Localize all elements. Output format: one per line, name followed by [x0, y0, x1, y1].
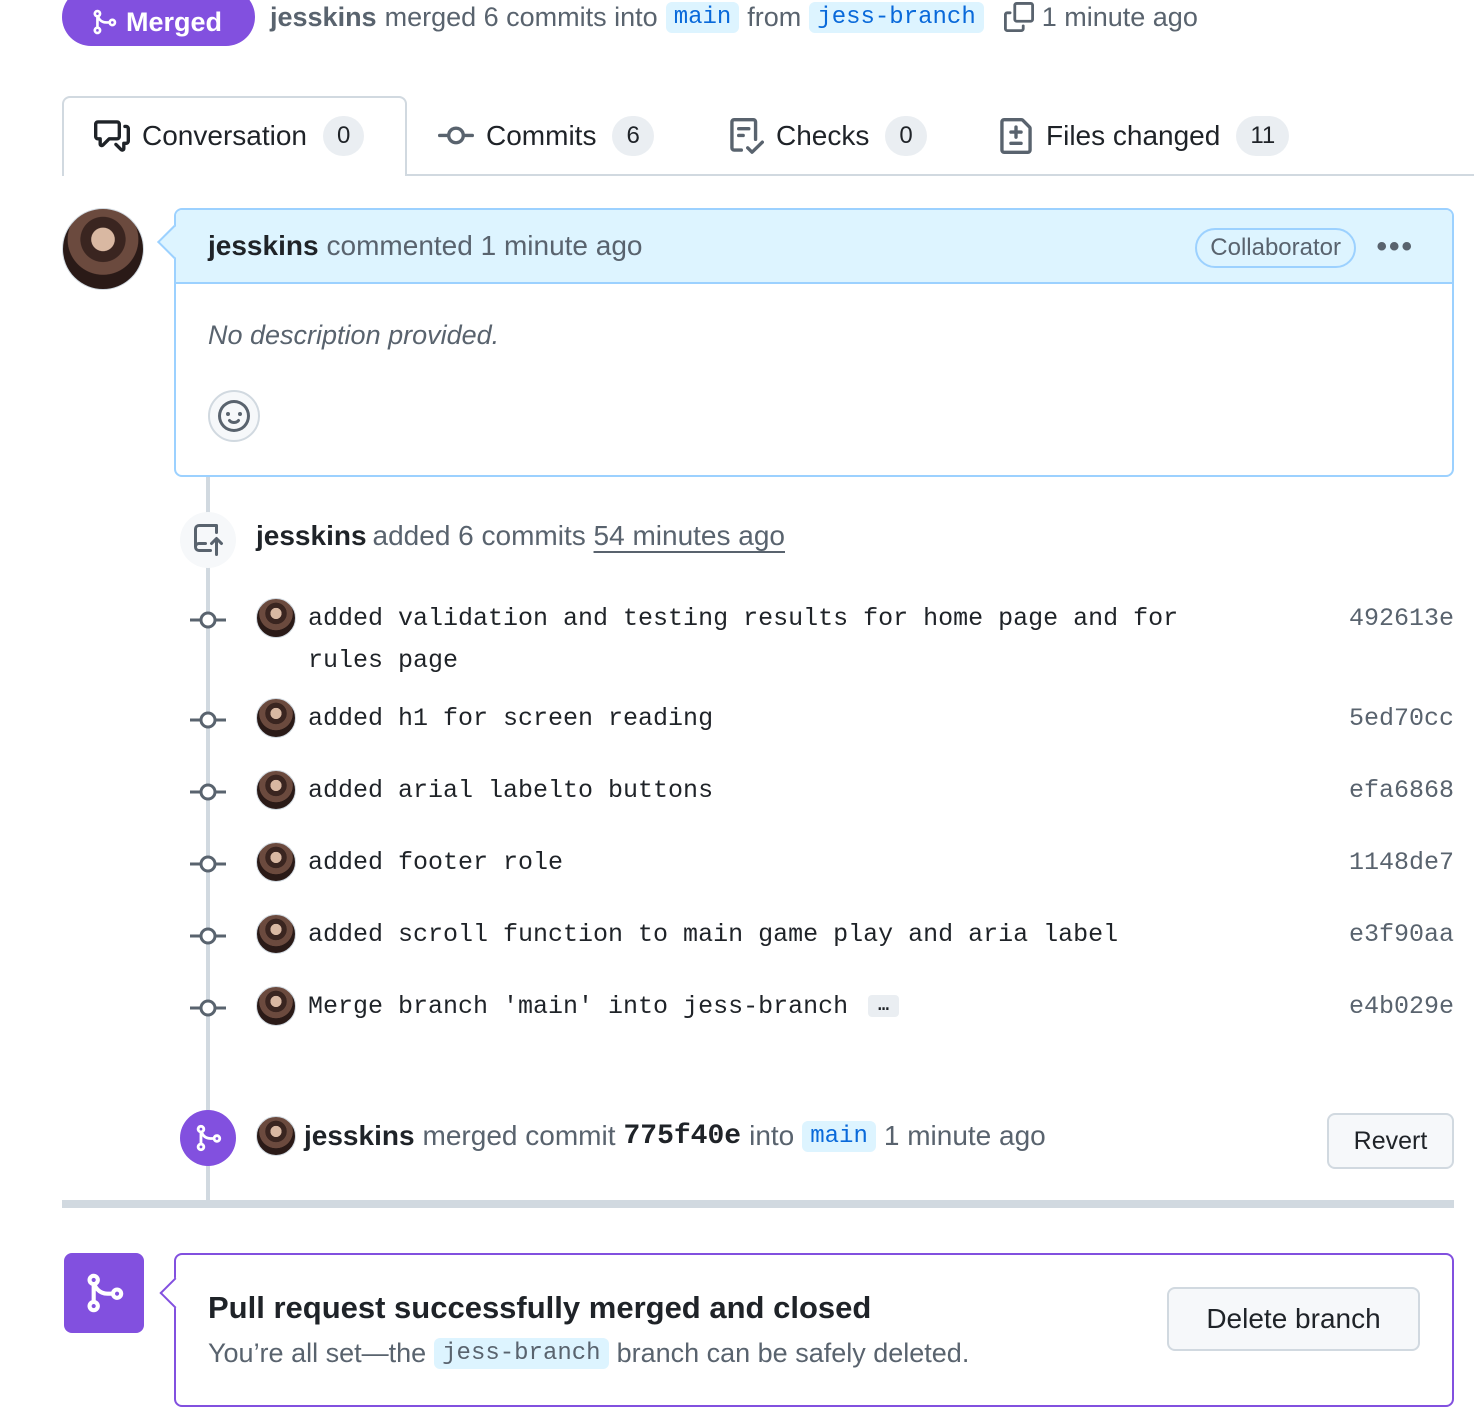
- commit-sha-link[interactable]: 492613e: [1349, 604, 1454, 633]
- commit-message-row: Merge branch 'main' into jess-branch …: [308, 986, 1248, 1028]
- commit-sha-link[interactable]: efa6868: [1349, 776, 1454, 805]
- git-commit-icon: [190, 611, 226, 629]
- git-commit-icon: [190, 783, 226, 801]
- file-diff-icon: [1000, 118, 1032, 154]
- commit-message-link[interactable]: added footer role: [308, 842, 1248, 884]
- comment-body: No description provided.: [208, 320, 500, 350]
- git-commit-icon: [190, 855, 226, 873]
- commit-author-avatar[interactable]: [256, 986, 296, 1026]
- git-commit-icon: [438, 126, 474, 145]
- tab-checks-label: Checks: [776, 120, 870, 151]
- merge-commit-sha-link[interactable]: 775f40e: [623, 1121, 741, 1152]
- tab-conversation-label: Conversation: [142, 120, 307, 151]
- timeline-line: [206, 477, 210, 1202]
- merged-status-label: Merged: [126, 6, 223, 37]
- commits-event-author[interactable]: jesskins: [256, 520, 367, 551]
- smiley-icon: [218, 400, 250, 432]
- comment-header: jesskins commented 1 minute ago Collabor…: [176, 210, 1452, 284]
- merge-into-text: into: [749, 1120, 795, 1151]
- comment-discussion-icon: [94, 120, 130, 152]
- pr-summary: jesskins merged 6 commits into main from…: [270, 0, 1198, 34]
- git-commit-icon: [190, 927, 226, 945]
- merged-title: Pull request successfully merged and clo…: [208, 1290, 872, 1325]
- commit-author-avatar[interactable]: [256, 598, 296, 638]
- commit-message-link[interactable]: Merge branch 'main' into jess-branch: [308, 992, 848, 1021]
- tab-files-changed-label: Files changed: [1046, 120, 1221, 151]
- commits-added-event: jesskins added 6 commits 54 minutes ago: [256, 520, 785, 552]
- commit-sha-link[interactable]: 1148de7: [1349, 848, 1454, 877]
- commit-message-link[interactable]: added scroll function to main game play …: [308, 914, 1248, 956]
- tab-commits-label: Commits: [486, 120, 597, 151]
- git-commit-icon: [190, 999, 226, 1017]
- merged-sub-before: You’re all set—the: [208, 1338, 427, 1368]
- delete-branch-button[interactable]: Delete branch: [1167, 1287, 1420, 1351]
- comment-author-link[interactable]: jesskins: [208, 230, 319, 262]
- comment-action: commented 1 minute ago: [326, 230, 643, 261]
- commit-message-link[interactable]: added arial labelto buttons: [308, 770, 1248, 812]
- tab-conversation[interactable]: Conversation 0: [94, 96, 365, 176]
- commits-event-action: added 6 commits: [372, 520, 586, 551]
- commit-author-avatar[interactable]: [256, 914, 296, 954]
- merge-target-branch[interactable]: main: [802, 1120, 876, 1152]
- merged-branch-pill: jess-branch: [434, 1338, 609, 1369]
- merged-sub-after: branch can be safely deleted.: [616, 1338, 970, 1368]
- author-avatar[interactable]: [62, 208, 144, 290]
- comment-box: jesskins commented 1 minute ago Collabor…: [174, 208, 1454, 477]
- commit-author-avatar[interactable]: [256, 842, 296, 882]
- copy-icon[interactable]: [1003, 2, 1034, 32]
- tab-checks[interactable]: Checks 0: [728, 96, 927, 176]
- git-commit-icon: [190, 711, 226, 729]
- merge-author-link[interactable]: jesskins: [304, 1120, 415, 1152]
- commit-sha-link[interactable]: e4b029e: [1349, 992, 1454, 1021]
- collaborator-badge: Collaborator: [1195, 228, 1356, 268]
- from-text: from: [747, 1, 802, 32]
- pr-time: 1 minute ago: [1041, 1, 1198, 32]
- pr-summary-text: merged 6 commits into: [384, 1, 658, 32]
- tab-conversation-count: 0: [322, 116, 365, 156]
- commit-sha-link[interactable]: 5ed70cc: [1349, 704, 1454, 733]
- pr-author-link[interactable]: jesskins: [270, 2, 377, 33]
- merge-time: 1 minute ago: [883, 1120, 1046, 1151]
- base-branch-pill[interactable]: main: [665, 1, 740, 33]
- commits-event-time-link[interactable]: 54 minutes ago: [594, 520, 785, 551]
- merge-author-avatar[interactable]: [256, 1116, 296, 1156]
- tab-commits-count: 6: [612, 116, 654, 156]
- merged-status-badge: Merged: [62, 0, 255, 46]
- commit-author-avatar[interactable]: [256, 698, 296, 738]
- commit-author-avatar[interactable]: [256, 770, 296, 810]
- checklist-icon: [730, 118, 764, 154]
- merge-action: merged commit: [422, 1120, 616, 1151]
- merged-state-icon: [64, 1253, 144, 1333]
- git-merge-icon: [196, 1124, 222, 1152]
- merged-subtitle: You’re all set—the jess-branch branch ca…: [208, 1338, 969, 1369]
- add-reaction-button[interactable]: [208, 390, 260, 442]
- tab-files-changed-count: 11: [1236, 116, 1290, 156]
- git-merge-icon: [93, 9, 117, 35]
- commit-sha-link[interactable]: e3f90aa: [1349, 920, 1454, 949]
- repo-push-icon: [194, 524, 223, 556]
- tab-files-changed[interactable]: Files changed 11: [998, 96, 1290, 176]
- merge-event: jesskins merged commit 775f40e into main…: [304, 1116, 1046, 1156]
- merge-event-badge: [180, 1110, 236, 1166]
- tab-commits[interactable]: Commits 6: [438, 96, 654, 176]
- expand-commit-button[interactable]: …: [868, 995, 899, 1018]
- timeline-divider: [62, 1200, 1454, 1208]
- git-merge-icon: [87, 1273, 124, 1313]
- commit-message-link[interactable]: added h1 for screen reading: [308, 698, 1248, 740]
- commit-message-link[interactable]: added validation and testing results for…: [308, 598, 1248, 682]
- revert-button[interactable]: Revert: [1327, 1113, 1454, 1169]
- head-branch-pill[interactable]: jess-branch: [809, 1, 984, 33]
- comment-options-icon[interactable]: •••: [1376, 230, 1414, 264]
- repo-push-event-icon: [180, 512, 236, 568]
- tab-checks-count: 0: [885, 116, 927, 156]
